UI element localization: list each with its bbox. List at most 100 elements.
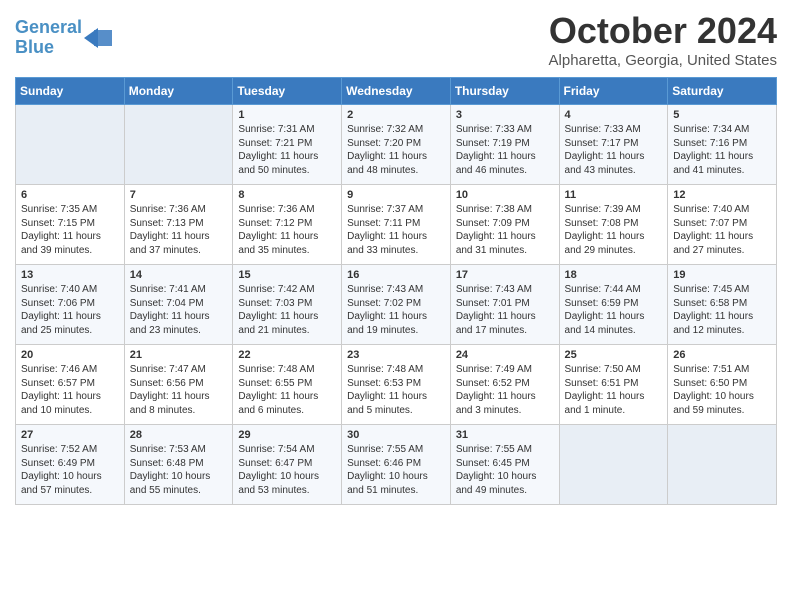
- day-number: 19: [673, 269, 771, 281]
- calendar-cell: 14 Sunrise: 7:41 AMSunset: 7:04 PMDayligh…: [124, 265, 233, 345]
- calendar-cell: 27 Sunrise: 7:52 AMSunset: 6:49 PMDayligh…: [16, 425, 125, 505]
- weekday-header: Thursday: [450, 78, 559, 105]
- day-number: 1: [238, 109, 336, 121]
- cell-content: Sunrise: 7:40 AMSunset: 7:07 PMDaylight:…: [673, 203, 771, 257]
- day-number: 24: [456, 349, 554, 361]
- cell-content: Sunrise: 7:55 AMSunset: 6:45 PMDaylight:…: [456, 443, 554, 497]
- calendar-cell: 2Sunrise: 7:32 AMSunset: 7:20 PMDaylight…: [342, 105, 451, 185]
- calendar-cell: [16, 105, 125, 185]
- calendar-cell: 17 Sunrise: 7:43 AMSunset: 7:01 PMDayligh…: [450, 265, 559, 345]
- day-number: 2: [347, 109, 445, 121]
- day-number: 6: [21, 189, 119, 201]
- calendar-header-row: SundayMondayTuesdayWednesdayThursdayFrid…: [16, 78, 777, 105]
- calendar-cell: 31 Sunrise: 7:55 AMSunset: 6:45 PMDayligh…: [450, 425, 559, 505]
- day-number: 30: [347, 429, 445, 441]
- calendar-week-row: 6 Sunrise: 7:35 AMSunset: 7:15 PMDaylight…: [16, 185, 777, 265]
- calendar-cell: 7 Sunrise: 7:36 AMSunset: 7:13 PMDaylight…: [124, 185, 233, 265]
- calendar-cell: [124, 105, 233, 185]
- cell-content: Sunrise: 7:46 AMSunset: 6:57 PMDaylight:…: [21, 363, 119, 417]
- calendar-cell: 25Sunrise: 7:50 AMSunset: 6:51 PMDayligh…: [559, 345, 668, 425]
- day-number: 12: [673, 189, 771, 201]
- calendar-cell: 23 Sunrise: 7:48 AMSunset: 6:53 PMDayligh…: [342, 345, 451, 425]
- month-title: October 2024: [549, 10, 777, 52]
- day-number: 11: [565, 189, 663, 201]
- calendar-cell: [559, 425, 668, 505]
- cell-content: Sunrise: 7:43 AMSunset: 7:01 PMDaylight:…: [456, 283, 554, 337]
- cell-content: Sunrise: 7:52 AMSunset: 6:49 PMDaylight:…: [21, 443, 119, 497]
- weekday-header: Saturday: [668, 78, 777, 105]
- day-number: 17: [456, 269, 554, 281]
- cell-content: Sunrise: 7:48 AMSunset: 6:55 PMDaylight:…: [238, 363, 336, 417]
- logo-blue: Blue: [15, 37, 54, 57]
- calendar-cell: 8 Sunrise: 7:36 AMSunset: 7:12 PMDaylight…: [233, 185, 342, 265]
- cell-content: Sunrise: 7:38 AMSunset: 7:09 PMDaylight:…: [456, 203, 554, 257]
- location-title: Alpharetta, Georgia, United States: [549, 52, 777, 69]
- logo: General Blue: [15, 18, 112, 58]
- day-number: 26: [673, 349, 771, 361]
- calendar-cell: 15Sunrise: 7:42 AMSunset: 7:03 PMDayligh…: [233, 265, 342, 345]
- logo-icon: [84, 24, 112, 52]
- calendar-cell: 9Sunrise: 7:37 AMSunset: 7:11 PMDaylight…: [342, 185, 451, 265]
- cell-content: Sunrise: 7:47 AMSunset: 6:56 PMDaylight:…: [130, 363, 228, 417]
- cell-content: Sunrise: 7:40 AMSunset: 7:06 PMDaylight:…: [21, 283, 119, 337]
- cell-content: Sunrise: 7:49 AMSunset: 6:52 PMDaylight:…: [456, 363, 554, 417]
- weekday-header: Tuesday: [233, 78, 342, 105]
- calendar-cell: 12 Sunrise: 7:40 AMSunset: 7:07 PMDayligh…: [668, 185, 777, 265]
- cell-content: Sunrise: 7:41 AMSunset: 7:04 PMDaylight:…: [130, 283, 228, 337]
- day-number: 27: [21, 429, 119, 441]
- page-header: General Blue October 2024 Alpharetta, Ge…: [15, 10, 777, 69]
- cell-content: Sunrise: 7:55 AMSunset: 6:46 PMDaylight:…: [347, 443, 445, 497]
- day-number: 7: [130, 189, 228, 201]
- cell-content: Sunrise: 7:31 AMSunset: 7:21 PMDaylight:…: [238, 123, 336, 177]
- logo-general: General: [15, 17, 82, 37]
- cell-content: Sunrise: 7:39 AMSunset: 7:08 PMDaylight:…: [565, 203, 663, 257]
- cell-content: Sunrise: 7:33 AMSunset: 7:17 PMDaylight:…: [565, 123, 663, 177]
- day-number: 14: [130, 269, 228, 281]
- cell-content: Sunrise: 7:48 AMSunset: 6:53 PMDaylight:…: [347, 363, 445, 417]
- day-number: 23: [347, 349, 445, 361]
- cell-content: Sunrise: 7:44 AMSunset: 6:59 PMDaylight:…: [565, 283, 663, 337]
- title-block: October 2024 Alpharetta, Georgia, United…: [549, 10, 777, 69]
- weekday-header: Friday: [559, 78, 668, 105]
- calendar-cell: 30 Sunrise: 7:55 AMSunset: 6:46 PMDayligh…: [342, 425, 451, 505]
- calendar-cell: 1 Sunrise: 7:31 AMSunset: 7:21 PMDaylight…: [233, 105, 342, 185]
- day-number: 21: [130, 349, 228, 361]
- calendar-cell: 22 Sunrise: 7:48 AMSunset: 6:55 PMDayligh…: [233, 345, 342, 425]
- calendar-cell: 18Sunrise: 7:44 AMSunset: 6:59 PMDayligh…: [559, 265, 668, 345]
- calendar-cell: 26 Sunrise: 7:51 AMSunset: 6:50 PMDayligh…: [668, 345, 777, 425]
- day-number: 8: [238, 189, 336, 201]
- calendar-cell: 21 Sunrise: 7:47 AMSunset: 6:56 PMDayligh…: [124, 345, 233, 425]
- cell-content: Sunrise: 7:51 AMSunset: 6:50 PMDaylight:…: [673, 363, 771, 417]
- day-number: 28: [130, 429, 228, 441]
- day-number: 20: [21, 349, 119, 361]
- calendar-cell: 19 Sunrise: 7:45 AMSunset: 6:58 PMDayligh…: [668, 265, 777, 345]
- calendar-cell: 16Sunrise: 7:43 AMSunset: 7:02 PMDayligh…: [342, 265, 451, 345]
- calendar-week-row: 20 Sunrise: 7:46 AMSunset: 6:57 PMDayligh…: [16, 345, 777, 425]
- cell-content: Sunrise: 7:53 AMSunset: 6:48 PMDaylight:…: [130, 443, 228, 497]
- weekday-header: Monday: [124, 78, 233, 105]
- calendar-cell: 6 Sunrise: 7:35 AMSunset: 7:15 PMDaylight…: [16, 185, 125, 265]
- calendar-cell: 3 Sunrise: 7:33 AMSunset: 7:19 PMDaylight…: [450, 105, 559, 185]
- calendar-cell: 24 Sunrise: 7:49 AMSunset: 6:52 PMDayligh…: [450, 345, 559, 425]
- calendar-cell: 5 Sunrise: 7:34 AMSunset: 7:16 PMDaylight…: [668, 105, 777, 185]
- weekday-header: Wednesday: [342, 78, 451, 105]
- cell-content: Sunrise: 7:34 AMSunset: 7:16 PMDaylight:…: [673, 123, 771, 177]
- day-number: 3: [456, 109, 554, 121]
- day-number: 31: [456, 429, 554, 441]
- day-number: 5: [673, 109, 771, 121]
- calendar-week-row: 13 Sunrise: 7:40 AMSunset: 7:06 PMDayligh…: [16, 265, 777, 345]
- calendar-week-row: 1 Sunrise: 7:31 AMSunset: 7:21 PMDaylight…: [16, 105, 777, 185]
- cell-content: Sunrise: 7:36 AMSunset: 7:13 PMDaylight:…: [130, 203, 228, 257]
- cell-content: Sunrise: 7:45 AMSunset: 6:58 PMDaylight:…: [673, 283, 771, 337]
- calendar-cell: 20 Sunrise: 7:46 AMSunset: 6:57 PMDayligh…: [16, 345, 125, 425]
- day-number: 13: [21, 269, 119, 281]
- calendar-table: SundayMondayTuesdayWednesdayThursdayFrid…: [15, 77, 777, 505]
- cell-content: Sunrise: 7:36 AMSunset: 7:12 PMDaylight:…: [238, 203, 336, 257]
- cell-content: Sunrise: 7:35 AMSunset: 7:15 PMDaylight:…: [21, 203, 119, 257]
- day-number: 22: [238, 349, 336, 361]
- day-number: 16: [347, 269, 445, 281]
- weekday-header: Sunday: [16, 78, 125, 105]
- calendar-cell: [668, 425, 777, 505]
- cell-content: Sunrise: 7:33 AMSunset: 7:19 PMDaylight:…: [456, 123, 554, 177]
- calendar-cell: 10Sunrise: 7:38 AMSunset: 7:09 PMDayligh…: [450, 185, 559, 265]
